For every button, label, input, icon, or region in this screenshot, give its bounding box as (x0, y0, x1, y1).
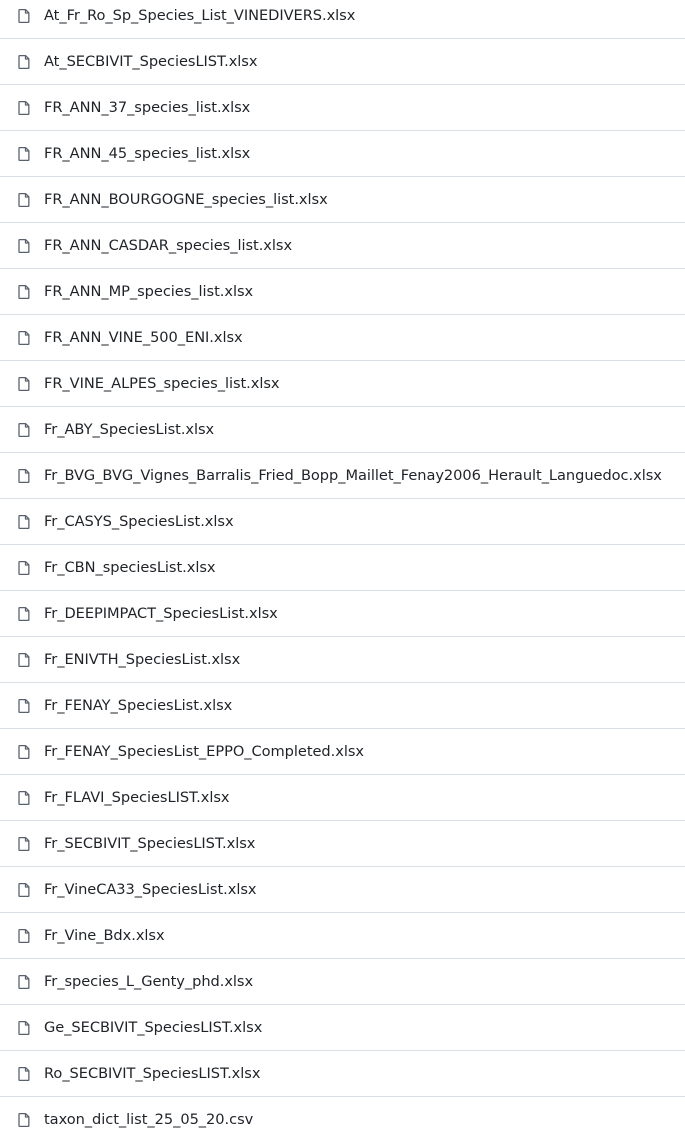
file-row[interactable]: Fr_BVG_BVG_Vignes_Barralis_Fried_Bopp_Ma… (0, 453, 685, 499)
file-row[interactable]: FR_VINE_ALPES_species_list.xlsx (0, 361, 685, 407)
file-row[interactable]: Fr_SECBIVIT_SpeciesLIST.xlsx (0, 821, 685, 867)
file-icon (16, 376, 32, 392)
file-row[interactable]: FR_ANN_45_species_list.xlsx (0, 131, 685, 177)
file-icon (16, 652, 32, 668)
file-row[interactable]: FR_ANN_VINE_500_ENI.xlsx (0, 315, 685, 361)
file-icon (16, 238, 32, 254)
file-row[interactable]: FR_ANN_CASDAR_species_list.xlsx (0, 223, 685, 269)
file-name-link[interactable]: FR_ANN_45_species_list.xlsx (44, 144, 250, 164)
file-name-link[interactable]: At_SECBIVIT_SpeciesLIST.xlsx (44, 52, 258, 72)
file-row[interactable]: At_SECBIVIT_SpeciesLIST.xlsx (0, 39, 685, 85)
file-icon (16, 606, 32, 622)
file-icon (16, 836, 32, 852)
file-name-link[interactable]: FR_ANN_VINE_500_ENI.xlsx (44, 328, 243, 348)
file-name-link[interactable]: Fr_FLAVI_SpeciesLIST.xlsx (44, 788, 230, 808)
file-icon (16, 882, 32, 898)
file-icon (16, 422, 32, 438)
file-icon (16, 698, 32, 714)
file-name-link[interactable]: Fr_ABY_SpeciesList.xlsx (44, 420, 214, 440)
file-icon (16, 8, 32, 24)
file-name-link[interactable]: Fr_FENAY_SpeciesList_EPPO_Completed.xlsx (44, 742, 364, 762)
file-name-link[interactable]: Fr_DEEPIMPACT_SpeciesList.xlsx (44, 604, 278, 624)
file-row[interactable]: Ge_SECBIVIT_SpeciesLIST.xlsx (0, 1005, 685, 1051)
file-row[interactable]: FR_ANN_BOURGOGNE_species_list.xlsx (0, 177, 685, 223)
file-icon (16, 1066, 32, 1082)
file-name-link[interactable]: At_Fr_Ro_Sp_Species_List_VINEDIVERS.xlsx (44, 6, 355, 26)
file-name-link[interactable]: Ro_SECBIVIT_SpeciesLIST.xlsx (44, 1064, 260, 1084)
file-row[interactable]: FR_ANN_37_species_list.xlsx (0, 85, 685, 131)
file-icon (16, 974, 32, 990)
file-row[interactable]: Fr_FENAY_SpeciesList.xlsx (0, 683, 685, 729)
file-row[interactable]: Fr_CBN_speciesList.xlsx (0, 545, 685, 591)
file-name-link[interactable]: Fr_ENIVTH_SpeciesList.xlsx (44, 650, 240, 670)
file-row[interactable]: Fr_FLAVI_SpeciesLIST.xlsx (0, 775, 685, 821)
file-row[interactable]: taxon_dict_list_25_05_20.csv (0, 1097, 685, 1143)
file-name-link[interactable]: Fr_BVG_BVG_Vignes_Barralis_Fried_Bopp_Ma… (44, 466, 662, 486)
file-name-link[interactable]: FR_ANN_MP_species_list.xlsx (44, 282, 253, 302)
file-icon (16, 54, 32, 70)
file-icon (16, 1112, 32, 1128)
file-name-link[interactable]: Fr_CASYS_SpeciesList.xlsx (44, 512, 234, 532)
file-icon (16, 744, 32, 760)
file-row[interactable]: Fr_DEEPIMPACT_SpeciesList.xlsx (0, 591, 685, 637)
file-name-link[interactable]: taxon_dict_list_25_05_20.csv (44, 1110, 253, 1130)
file-icon (16, 514, 32, 530)
file-row[interactable]: Fr_CASYS_SpeciesList.xlsx (0, 499, 685, 545)
file-row[interactable]: Ro_SECBIVIT_SpeciesLIST.xlsx (0, 1051, 685, 1097)
file-icon (16, 100, 32, 116)
file-row[interactable]: Fr_ENIVTH_SpeciesList.xlsx (0, 637, 685, 683)
file-icon (16, 1020, 32, 1036)
file-row[interactable]: Fr_VineCA33_SpeciesList.xlsx (0, 867, 685, 913)
file-row[interactable]: Fr_FENAY_SpeciesList_EPPO_Completed.xlsx (0, 729, 685, 775)
file-icon (16, 468, 32, 484)
file-icon (16, 330, 32, 346)
file-name-link[interactable]: Fr_species_L_Genty_phd.xlsx (44, 972, 253, 992)
file-list: At_Fr_Ro_Sp_Species_List_VINEDIVERS.xlsx… (0, 0, 685, 1143)
file-name-link[interactable]: Fr_VineCA33_SpeciesList.xlsx (44, 880, 257, 900)
file-name-link[interactable]: Fr_FENAY_SpeciesList.xlsx (44, 696, 232, 716)
file-name-link[interactable]: Ge_SECBIVIT_SpeciesLIST.xlsx (44, 1018, 262, 1038)
file-name-link[interactable]: FR_ANN_CASDAR_species_list.xlsx (44, 236, 292, 256)
file-icon (16, 790, 32, 806)
file-name-link[interactable]: FR_VINE_ALPES_species_list.xlsx (44, 374, 280, 394)
file-icon (16, 284, 32, 300)
file-row[interactable]: Fr_Vine_Bdx.xlsx (0, 913, 685, 959)
file-icon (16, 560, 32, 576)
file-icon (16, 928, 32, 944)
file-name-link[interactable]: Fr_SECBIVIT_SpeciesLIST.xlsx (44, 834, 255, 854)
file-name-link[interactable]: Fr_CBN_speciesList.xlsx (44, 558, 216, 578)
file-name-link[interactable]: FR_ANN_37_species_list.xlsx (44, 98, 250, 118)
file-row[interactable]: FR_ANN_MP_species_list.xlsx (0, 269, 685, 315)
file-name-link[interactable]: Fr_Vine_Bdx.xlsx (44, 926, 165, 946)
file-icon (16, 192, 32, 208)
file-row[interactable]: Fr_ABY_SpeciesList.xlsx (0, 407, 685, 453)
file-row[interactable]: Fr_species_L_Genty_phd.xlsx (0, 959, 685, 1005)
file-row[interactable]: At_Fr_Ro_Sp_Species_List_VINEDIVERS.xlsx (0, 0, 685, 39)
file-icon (16, 146, 32, 162)
file-name-link[interactable]: FR_ANN_BOURGOGNE_species_list.xlsx (44, 190, 328, 210)
